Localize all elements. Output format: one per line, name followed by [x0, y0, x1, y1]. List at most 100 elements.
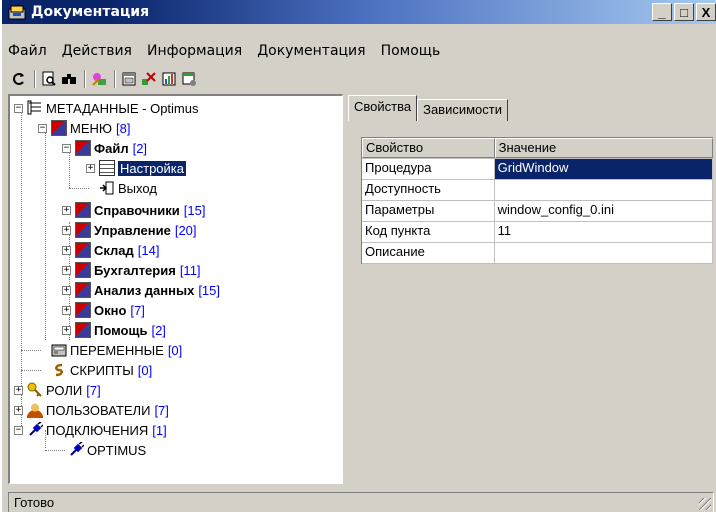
refresh-icon	[13, 73, 24, 85]
plug-icon	[27, 421, 44, 438]
tree-node-directories[interactable]: + Справочники [15]	[62, 200, 205, 220]
tree-node-scripts[interactable]: СКРИПТЫ [0]	[51, 360, 152, 380]
column-header-property[interactable]: Свойство	[362, 138, 495, 158]
menu-icon	[75, 140, 91, 156]
tree-node-help[interactable]: + Помощь [2]	[62, 320, 166, 340]
menu-icon	[75, 222, 91, 238]
refresh-button[interactable]	[10, 70, 28, 88]
tree-label-help: Помощь	[94, 322, 148, 338]
collapse-icon[interactable]: −	[38, 123, 47, 133]
tree-node-settings[interactable]: + Настройка	[86, 158, 187, 178]
expand-icon[interactable]: +	[86, 163, 95, 173]
grid-row[interactable]: Описание	[362, 243, 713, 264]
expand-icon[interactable]: +	[62, 245, 71, 255]
expand-icon[interactable]: +	[14, 385, 23, 395]
tree-node-connections[interactable]: − ПОДКЛЮЧЕНИЯ [1]	[14, 420, 167, 440]
expand-icon[interactable]: +	[62, 325, 71, 335]
delete-button[interactable]	[140, 70, 158, 88]
grid-cell-value[interactable]: GridWindow	[494, 159, 713, 179]
tree-count-roles: [7]	[86, 382, 101, 398]
tree-label-warehouse: Склад	[94, 242, 134, 258]
expand-icon[interactable]: +	[62, 205, 71, 215]
calendar-button[interactable]	[120, 70, 138, 88]
expand-icon[interactable]: +	[62, 285, 71, 295]
plug-icon	[68, 441, 85, 458]
tree-label-file: Файл	[94, 140, 129, 156]
close-button[interactable]: X	[696, 3, 716, 21]
minimize-button[interactable]: _	[652, 3, 672, 21]
tree-node-variables[interactable]: ПЕРЕМЕННЫЕ [0]	[51, 340, 182, 360]
tree-line	[45, 130, 46, 340]
title-bar[interactable]: Документация _ □ X	[2, 0, 716, 24]
expand-icon[interactable]: +	[62, 305, 71, 315]
collapse-icon[interactable]: −	[14, 103, 23, 113]
collapse-icon[interactable]: −	[62, 143, 71, 153]
menu-information[interactable]: Информация	[147, 43, 242, 59]
tree-label-root: МЕТАДАННЫЕ - Optimus	[46, 100, 199, 116]
expand-icon[interactable]: +	[62, 265, 71, 275]
menu-file[interactable]: Файл	[8, 43, 47, 59]
tree-label-settings: Настройка	[117, 159, 187, 177]
tree-label-connections: ПОДКЛЮЧЕНИЯ	[46, 422, 149, 438]
grid-cell-value[interactable]: 11	[495, 222, 713, 242]
expand-icon[interactable]: +	[14, 405, 23, 415]
column-header-value[interactable]: Значение	[494, 138, 713, 158]
tree-node-root[interactable]: − МЕТАДАННЫЕ - Optimus	[14, 98, 199, 118]
window-icon	[182, 72, 196, 86]
tree-node-accounting[interactable]: + Бухгалтерия [11]	[62, 260, 201, 280]
grid-cell-property: Параметры	[362, 201, 495, 221]
tree-label-optimus: OPTIMUS	[87, 442, 147, 458]
tree-node-roles[interactable]: + РОЛИ [7]	[14, 380, 101, 400]
tree-label-variables: ПЕРЕМЕННЫЕ	[70, 342, 164, 358]
menu-icon	[75, 302, 91, 318]
grid-cell-value[interactable]	[495, 180, 713, 200]
tree-node-users[interactable]: + ПОЛЬЗОВАТЕЛИ [7]	[14, 400, 169, 420]
cross-icon	[142, 72, 156, 85]
minimize-icon: _	[658, 4, 666, 20]
tree-node-menu[interactable]: − МЕНЮ [8]	[38, 118, 131, 138]
tree-node-warehouse[interactable]: + Склад [14]	[62, 240, 159, 260]
tree-count-scripts: [0]	[137, 362, 153, 378]
preview-button[interactable]	[40, 70, 58, 88]
maximize-icon: □	[680, 4, 688, 20]
collapse-icon[interactable]: −	[14, 425, 23, 435]
app-icon	[8, 4, 26, 20]
toolbar-separator	[114, 70, 116, 88]
grid-row[interactable]: Доступность	[362, 180, 713, 201]
find-button[interactable]	[60, 70, 78, 88]
grid-row[interactable]: Код пункта 11	[362, 222, 713, 243]
grid-cell-value[interactable]	[495, 243, 713, 263]
tree-line	[69, 188, 89, 189]
tree-count-window: [7]	[130, 302, 145, 318]
tab-dependencies[interactable]: Зависимости	[417, 99, 508, 121]
tree-line	[21, 350, 41, 351]
wizard-button[interactable]	[90, 70, 108, 88]
tab-properties[interactable]: Свойства	[348, 95, 418, 121]
grid-row[interactable]: Процедура GridWindow	[362, 159, 713, 180]
tree-node-management[interactable]: + Управление [20]	[62, 220, 197, 240]
tree-node-optimus[interactable]: OPTIMUS	[68, 440, 146, 460]
menu-documentation[interactable]: Документация	[257, 43, 365, 59]
expand-icon[interactable]: +	[62, 225, 71, 235]
tree-node-analysis[interactable]: + Анализ данных [15]	[62, 280, 220, 300]
window-title: Документация	[31, 4, 150, 20]
menu-help[interactable]: Помощь	[381, 43, 441, 59]
tree-label-scripts: СКРИПТЫ	[70, 362, 134, 378]
tree-node-file[interactable]: − Файл [2]	[62, 138, 147, 158]
tree-node-exit[interactable]: Выход	[99, 178, 157, 198]
resize-grip-icon[interactable]	[699, 498, 711, 510]
toolbar-separator	[84, 70, 86, 88]
status-text: Готово	[14, 495, 55, 510]
script-icon	[51, 362, 67, 378]
menu-actions[interactable]: Действия	[62, 43, 132, 59]
grid-cell-value[interactable]: window_config_0.ini	[495, 201, 713, 221]
grid-row[interactable]: Параметры window_config_0.ini	[362, 201, 713, 222]
menu-icon	[51, 120, 67, 136]
menu-icon	[75, 242, 91, 258]
window-button[interactable]	[180, 70, 198, 88]
tree-node-window[interactable]: + Окно [7]	[62, 300, 145, 320]
tree-line	[21, 370, 41, 371]
chart-button[interactable]	[160, 70, 178, 88]
metadata-tree[interactable]: − МЕТАДАННЫЕ - Optimus − МЕНЮ [8] − Файл…	[8, 94, 343, 484]
maximize-button[interactable]: □	[674, 3, 694, 21]
